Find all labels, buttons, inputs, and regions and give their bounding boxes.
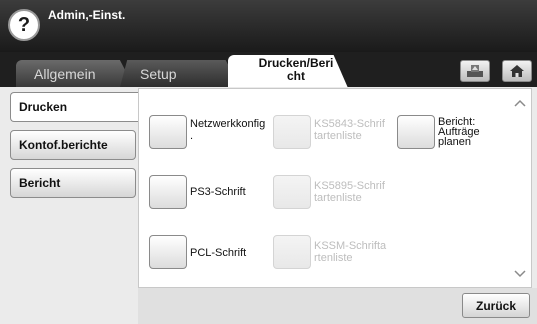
chevron-up-icon <box>514 99 526 107</box>
sidebar-item-drucken[interactable]: Drucken <box>10 92 141 122</box>
netzwerkkonfig-line1: Netzwerkkonfig <box>190 118 266 130</box>
tab-drucken-bericht[interactable]: Drucken/Beri cht <box>228 55 348 88</box>
header-bar: ? Admin,-Einst. <box>0 0 537 52</box>
ks5843-label: KS5843-Schrif tartenliste <box>314 118 400 142</box>
tab-label-line2: cht <box>287 69 305 83</box>
kssm-line2: rtenliste <box>314 252 353 264</box>
ps3-schrift-button[interactable] <box>149 175 187 209</box>
netzwerkkonfig-line2: . <box>190 130 194 142</box>
bericht-line3: planen <box>438 136 472 148</box>
printer-control-panel: ? Admin,-Einst. Allgemein Setup Drucken/… <box>0 0 537 324</box>
pcl-schrift-label: PCL-Schrift <box>190 247 247 259</box>
bericht-auftraege-label: Bericht: Aufträge planen <box>438 117 508 148</box>
netzwerkkonfig-label: Netzwerkkonfig . <box>190 118 276 142</box>
ks5895-line1: KS5895-Schrif <box>314 180 385 192</box>
home-icon-glyph <box>510 65 524 77</box>
bericht-auftraege-button[interactable] <box>397 115 435 149</box>
netzwerkkonfig-button[interactable] <box>149 115 187 149</box>
back-button[interactable]: Zurück <box>462 293 530 318</box>
ks5895-label: KS5895-Schrif tartenliste <box>314 180 400 204</box>
ks5843-line2: tartenliste <box>314 130 362 142</box>
kssm-label: KSSM-Schrifta rtenliste <box>314 240 400 264</box>
kssm-button[interactable] <box>273 235 311 269</box>
ks5895-button[interactable] <box>273 175 311 209</box>
sidebar-item-kontof-berichte[interactable]: Kontof.berichte <box>10 130 136 160</box>
ks5843-button[interactable] <box>273 115 311 149</box>
tray-icon[interactable] <box>460 60 490 82</box>
page-title: Admin,-Einst. <box>48 8 126 22</box>
scroll-down-icon[interactable] <box>510 263 530 285</box>
home-icon[interactable] <box>502 60 532 82</box>
ks5843-line1: KS5843-Schrif <box>314 118 385 130</box>
sidebar-item-bericht[interactable]: Bericht <box>10 168 136 198</box>
help-icon[interactable]: ? <box>8 9 40 41</box>
tab-allgemein[interactable]: Allgemein <box>16 60 134 87</box>
ks5895-line2: tartenliste <box>314 192 362 204</box>
chevron-down-icon <box>514 270 526 278</box>
scroll-up-icon[interactable] <box>510 92 530 114</box>
pcl-schrift-button[interactable] <box>149 235 187 269</box>
tab-setup[interactable]: Setup <box>120 60 240 87</box>
tray-icon-glyph <box>467 65 483 77</box>
ps3-schrift-label: PS3-Schrift <box>190 186 246 198</box>
kssm-line1: KSSM-Schrifta <box>314 240 387 252</box>
